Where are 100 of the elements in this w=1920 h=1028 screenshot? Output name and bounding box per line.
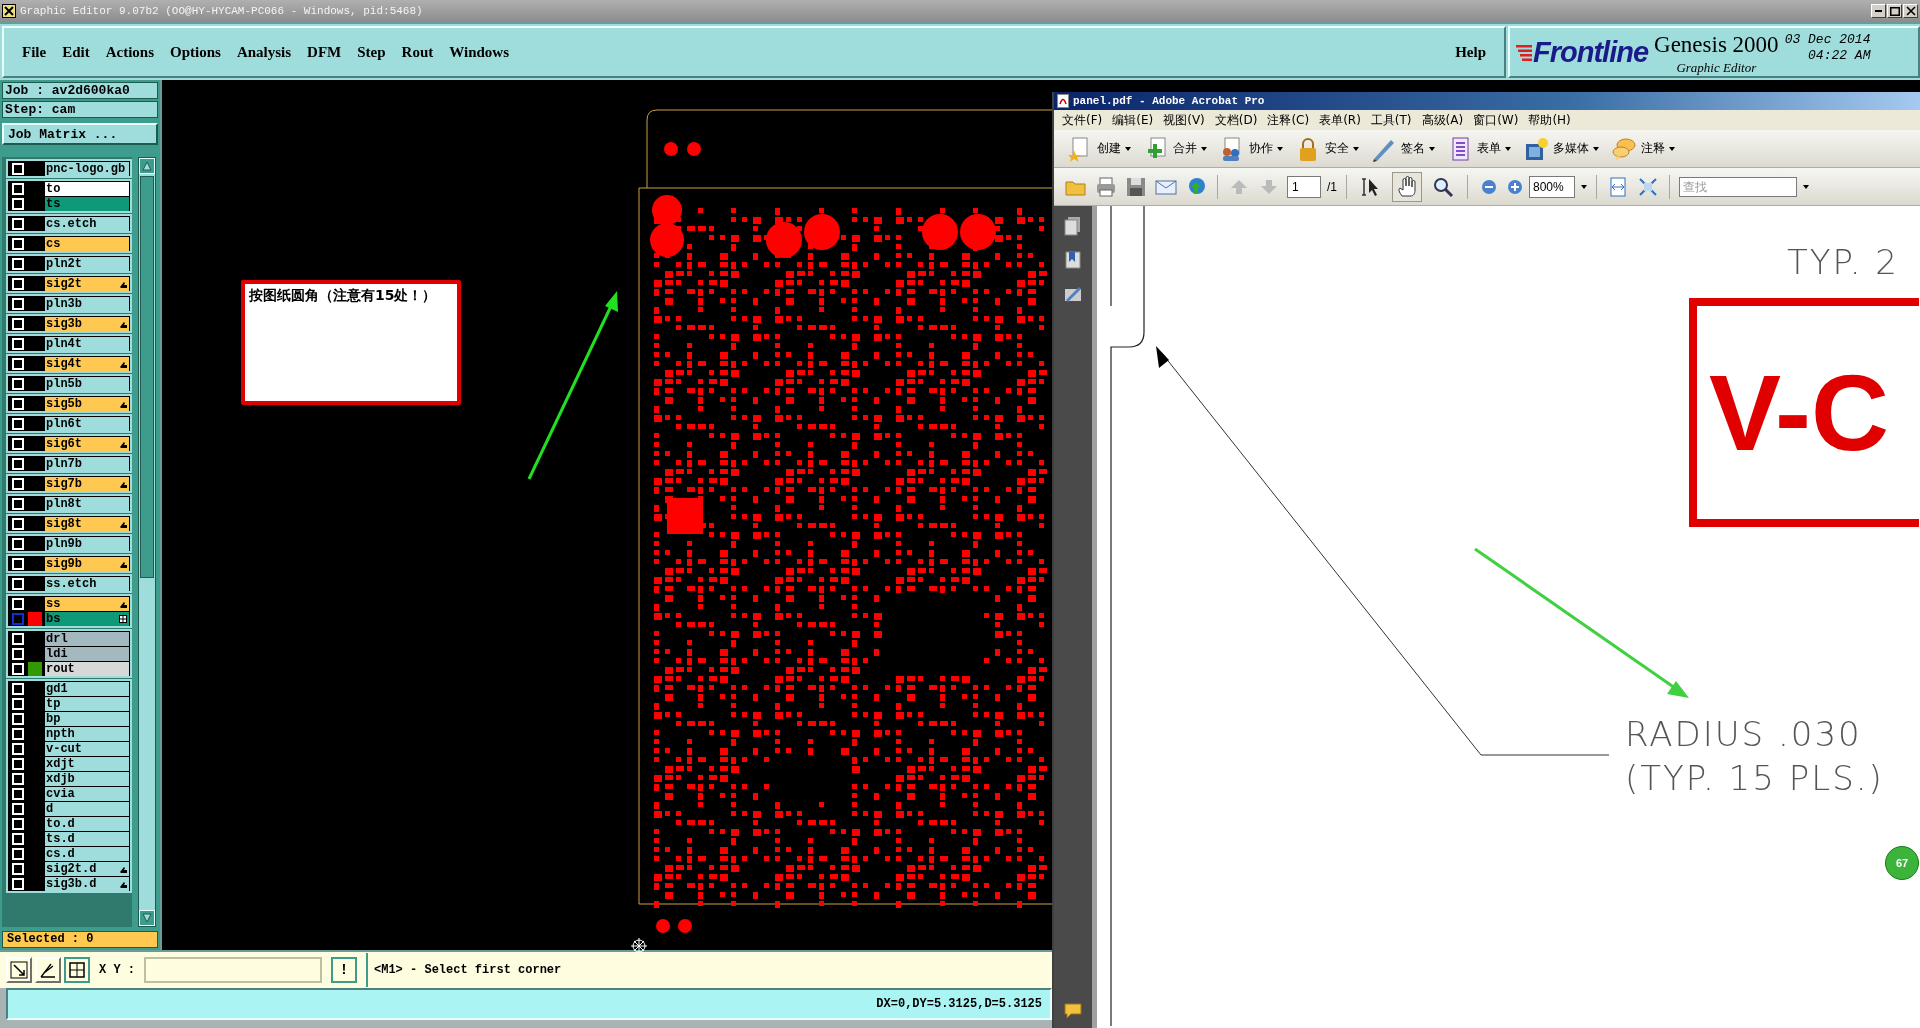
task-menu-button[interactable]: 协作 [1216,133,1286,164]
menu-item[interactable]: Actions [97,41,162,63]
scroll-down-button[interactable] [139,910,155,926]
layer-item[interactable]: pln9b [45,536,129,551]
menu-item[interactable]: 文件(F) [1060,111,1105,129]
layer-item[interactable]: cs.etch [45,216,129,231]
page-number-field[interactable]: 1 [1287,175,1321,198]
radius-note: (TYP. 15 PLS.) [1625,758,1884,798]
menu-item[interactable]: Windows [441,41,517,63]
menu-item[interactable]: 窗口(W) [1471,111,1521,129]
layer-item[interactable]: to.d [45,816,129,831]
pages-icon[interactable] [1064,216,1082,236]
tool-button[interactable] [64,957,90,983]
layer-item[interactable]: sig2t.d [45,861,129,876]
app-icon [2,4,16,18]
task-menu-button[interactable]: 合并 [1140,133,1210,164]
layer-item[interactable]: ss [45,596,129,611]
menu-item[interactable]: File [14,41,55,63]
layer-item[interactable]: ts.d [45,831,129,846]
close-button[interactable] [1903,4,1918,18]
layer-item[interactable]: cvia [45,786,129,801]
layer-item[interactable]: pnc-logo.gb [45,161,129,176]
layer-item[interactable]: pln7b [45,456,129,471]
menu-item[interactable]: Analysis [228,41,300,63]
task-menu-button[interactable]: 表单 [1444,133,1514,164]
radius-label: RADIUS .030 [1625,714,1862,754]
layer-item[interactable]: npth [45,726,129,741]
caret-icon [1353,146,1359,151]
layer-item[interactable]: xdjb [45,771,129,786]
alert-button[interactable]: ! [331,957,357,983]
comment-icon[interactable] [1063,1002,1083,1020]
layer-item[interactable]: rout [45,661,129,676]
minimize-icon [1875,10,1882,12]
maximize-button[interactable] [1887,4,1902,18]
layer-item[interactable]: sig4t [45,356,129,371]
layer-item[interactable]: sig5b [45,396,129,411]
product-name: Genesis 2000 [1654,32,1779,58]
layer-item[interactable]: pln6t [45,416,129,431]
layer-item[interactable]: ts [45,196,129,211]
layer-item[interactable]: cs.d [45,846,129,861]
menu-item[interactable]: Step [349,41,394,63]
search-field[interactable]: 查找 [1679,176,1797,197]
menu-item[interactable]: 高级(A) [1419,111,1466,129]
task-menu-button[interactable]: 安全 [1292,133,1362,164]
menu-item[interactable]: DFM [299,41,350,63]
caret-icon [1505,146,1511,151]
layer-item[interactable]: sig7b [45,476,129,491]
layer-item[interactable]: sig3b [45,316,129,331]
job-matrix-button[interactable]: Job Matrix ... [2,123,158,145]
menu-item[interactable]: 视图(V) [1161,111,1207,129]
help-menu[interactable]: Help [1447,41,1494,63]
task-menu-button[interactable]: 多媒体 [1520,133,1602,164]
menu-item[interactable]: 编辑(E) [1110,111,1156,129]
layer-item[interactable]: sig6t [45,436,129,451]
scrollbar-thumb[interactable] [140,176,154,578]
zoom-field[interactable]: 800% [1529,175,1575,198]
menu-item[interactable]: 工具(T) [1368,111,1414,129]
layer-item[interactable]: v-cut [45,741,129,756]
scroll-up-button[interactable] [139,158,155,174]
menu-item[interactable]: 表单(R) [1317,111,1363,129]
task-menu-button[interactable]: 注释 [1608,133,1678,164]
up-triangle-icon [142,161,152,171]
layer-item[interactable]: to [45,181,129,196]
layer-item[interactable]: ldi [45,646,129,661]
task-menu-button[interactable]: 创建 [1064,133,1134,164]
brand-logo: Frontline [1533,36,1649,69]
layer-item[interactable]: pln8t [45,496,129,511]
layer-item[interactable]: sig2t [45,276,129,291]
caret-icon [1277,146,1283,151]
layer-item[interactable]: pln4t [45,336,129,351]
layer-item[interactable]: gd1 [45,681,129,696]
layer-item[interactable]: bp [45,711,129,726]
signature-pen-icon[interactable] [1064,284,1082,304]
coordinate-input[interactable] [144,957,322,983]
layer-item[interactable]: sig3b.d [45,876,129,891]
layer-item[interactable]: d [45,801,129,816]
layer-item[interactable]: sig8t [45,516,129,531]
layer-item[interactable]: xdjt [45,756,129,771]
task-menu-button[interactable]: 签名 [1368,133,1438,164]
layer-item[interactable]: cs [45,236,129,251]
page-total: /1 [1327,179,1337,194]
menu-item[interactable]: 帮助(H) [1526,111,1573,129]
menu-item[interactable]: Options [162,41,229,63]
printer-icon[interactable] [1094,174,1118,199]
bookmark-icon[interactable] [1064,250,1082,270]
menu-item[interactable]: 文档(D) [1212,111,1260,129]
layer-item[interactable]: tp [45,696,129,711]
layer-checkbox[interactable] [12,612,24,625]
layer-item[interactable]: pln5b [45,376,129,391]
layer-item[interactable]: sig9b [45,556,129,571]
menu-item[interactable]: Rout [393,41,442,63]
layer-item[interactable]: pln2t [45,256,129,271]
layer-item[interactable]: drl [45,631,129,646]
menu-item[interactable]: 注释(C) [1265,111,1312,129]
layer-item[interactable]: ss.etch [45,576,129,591]
menu-item[interactable]: Edit [54,41,98,63]
layer-item[interactable]: pln3b [45,296,129,311]
note-text: 按图纸圆角（注意有15处！） [241,280,461,405]
layer-item[interactable]: bs [45,611,129,626]
minimize-button[interactable] [1871,4,1886,18]
